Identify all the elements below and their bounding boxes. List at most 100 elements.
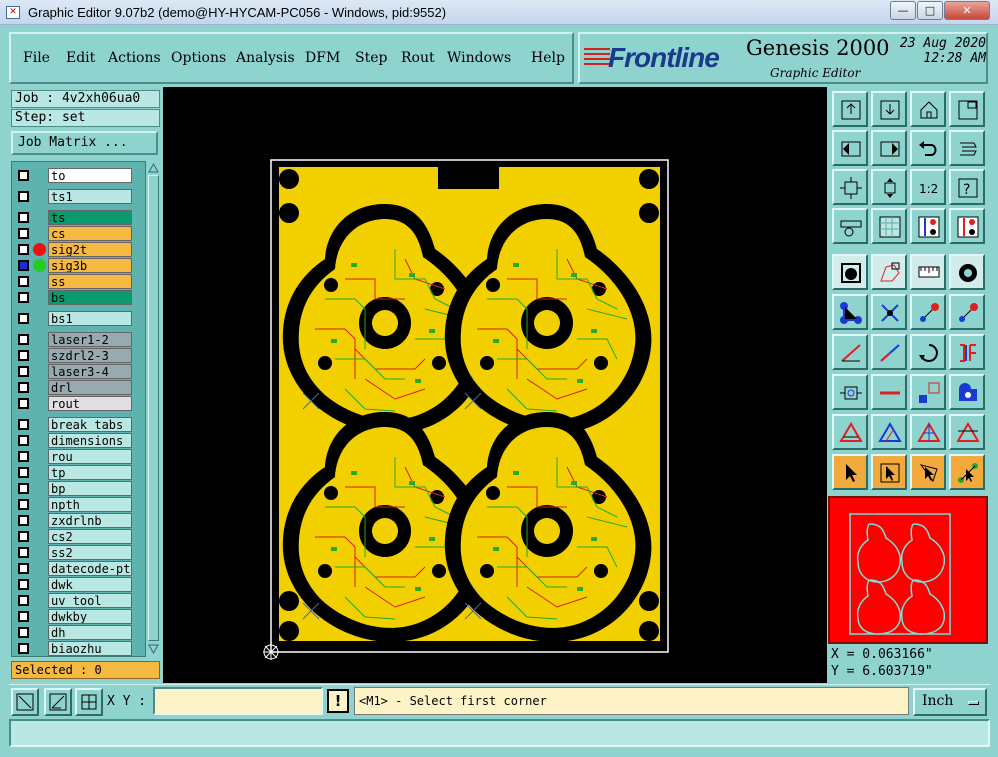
layer-name[interactable]: ts (48, 210, 132, 225)
blob-button[interactable] (949, 374, 985, 410)
small-box-button[interactable] (910, 374, 946, 410)
scroll-up-icon[interactable] (148, 163, 159, 173)
menu-file[interactable]: File (23, 50, 50, 66)
pad-button[interactable] (832, 374, 868, 410)
blue-connect-button[interactable] (832, 294, 868, 330)
layer-row-bp[interactable]: bp (12, 480, 160, 496)
layer-row-szdrl2-3[interactable]: szdrl2-3 (12, 347, 160, 363)
layer-checkbox[interactable] (18, 579, 29, 590)
bracket-button[interactable] (949, 334, 985, 370)
scroll-down-icon[interactable] (148, 644, 159, 654)
layer-checkbox[interactable] (18, 292, 29, 303)
layer-name[interactable]: rout (48, 396, 132, 411)
layer-row-break_tabs[interactable]: break_tabs (12, 416, 160, 432)
layer-checkbox[interactable] (18, 212, 29, 223)
zoom-box-button[interactable] (11, 688, 39, 716)
layer-row-sig3b[interactable]: sig3b (12, 257, 160, 273)
layer-name[interactable]: dwk (48, 577, 132, 592)
undo-view-button[interactable] (910, 130, 946, 166)
fit-button[interactable] (832, 169, 868, 205)
layer-row-laser1-2[interactable]: laser1-2 (12, 331, 160, 347)
layer-row-npth[interactable]: npth (12, 496, 160, 512)
home-right-button[interactable] (871, 91, 907, 127)
xy-input[interactable] (153, 687, 323, 715)
cross-button[interactable] (871, 294, 907, 330)
menu-dfm[interactable]: DFM (305, 50, 340, 66)
panel-preview[interactable] (828, 496, 988, 644)
layer-name[interactable]: drl (48, 380, 132, 395)
house-button[interactable] (910, 91, 946, 127)
layer-checkbox[interactable] (18, 483, 29, 494)
layer-name[interactable]: sig2t (48, 242, 132, 257)
layer-row-rout[interactable]: rout (12, 395, 160, 411)
layer-list[interactable]: to ts1 ts cs sig2t sig3b ss bs bs1 laser1-2 szdrl2… (11, 161, 161, 657)
layer-row-ts1[interactable]: ts1 (12, 188, 160, 204)
layer-name[interactable]: uv_tool (48, 593, 132, 608)
layer-row-bs1[interactable]: bs1 (12, 310, 160, 326)
layer-scrollbar[interactable] (145, 161, 161, 657)
connect-arrow-button[interactable] (949, 454, 985, 490)
units-select[interactable]: Inch (913, 688, 987, 716)
minus-button[interactable] (871, 374, 907, 410)
app-icon[interactable]: ✕ (6, 6, 20, 19)
alert-button[interactable]: ! (327, 689, 349, 713)
layer-checkbox[interactable] (18, 643, 29, 654)
layer-checkbox[interactable] (18, 467, 29, 478)
layer-name[interactable]: datecode-pt (48, 561, 132, 576)
layer-row-drl[interactable]: drl (12, 379, 160, 395)
layer-row-to[interactable]: to (12, 167, 160, 183)
line-blue-button[interactable] (871, 334, 907, 370)
close-button[interactable]: ✕ (944, 1, 990, 20)
layer-name[interactable]: ss (48, 274, 132, 289)
square-select-button[interactable] (832, 254, 868, 290)
triangle-split-button[interactable] (949, 414, 985, 450)
layer-checkbox[interactable] (18, 170, 29, 181)
layer-name[interactable]: npth (48, 497, 132, 512)
layer-name[interactable]: zxdrlnb (48, 513, 132, 528)
layer-checkbox[interactable] (18, 334, 29, 345)
layer-checkbox[interactable] (18, 451, 29, 462)
layer-checkbox[interactable] (18, 531, 29, 542)
vector-blue-button[interactable] (949, 294, 985, 330)
layer-name[interactable]: dh (48, 625, 132, 640)
layer-checkbox[interactable] (18, 595, 29, 606)
zoom-line-button[interactable] (44, 688, 72, 716)
layer-row-zxdrlnb[interactable]: zxdrlnb (12, 512, 160, 528)
layer-name[interactable]: cs2 (48, 529, 132, 544)
question-button[interactable]: ? (949, 169, 985, 205)
layer-checkbox[interactable] (18, 547, 29, 558)
layer-checkbox[interactable] (18, 419, 29, 430)
layer-row-dwkby[interactable]: dwkby (12, 608, 160, 624)
menu-step[interactable]: Step (355, 50, 387, 66)
layer-name[interactable]: dwkby (48, 609, 132, 624)
layer-checkbox[interactable] (18, 191, 29, 202)
menu-help[interactable]: Help (531, 50, 565, 66)
snap-blue-button[interactable] (949, 208, 985, 244)
layer-row-tp[interactable]: tp (12, 464, 160, 480)
zoom-center-button[interactable] (871, 169, 907, 205)
measure-button[interactable] (910, 254, 946, 290)
menu-windows[interactable]: Windows (447, 50, 511, 66)
ruler-button[interactable] (832, 208, 868, 244)
polygon-button[interactable] (871, 254, 907, 290)
one-to-two-button[interactable]: 1:2 (910, 169, 946, 205)
layer-name[interactable]: break_tabs (48, 417, 132, 432)
layer-name[interactable]: dimensions (48, 433, 132, 448)
layer-name[interactable]: szdrl2-3 (48, 348, 132, 363)
layer-row-ts[interactable]: ts (12, 209, 160, 225)
job-matrix-button[interactable]: Job Matrix ... (11, 131, 158, 155)
layer-row-bs[interactable]: bs (12, 289, 160, 305)
triangle-red-button[interactable] (832, 414, 868, 450)
layer-checkbox[interactable] (18, 627, 29, 638)
layer-row-datecode-pt[interactable]: datecode-pt (12, 560, 160, 576)
rotate-button[interactable] (910, 334, 946, 370)
layer-checkbox[interactable] (18, 611, 29, 622)
layer-name[interactable]: tp (48, 465, 132, 480)
layer-name[interactable]: sig3b (48, 258, 132, 273)
layer-name[interactable]: ts1 (48, 189, 132, 204)
layer-row-uv_tool[interactable]: uv_tool (12, 592, 160, 608)
layer-checkbox[interactable] (18, 313, 29, 324)
grid-snap-button[interactable] (75, 688, 103, 716)
layer-name[interactable]: laser1-2 (48, 332, 132, 347)
maximize-button[interactable]: □ (917, 1, 943, 20)
